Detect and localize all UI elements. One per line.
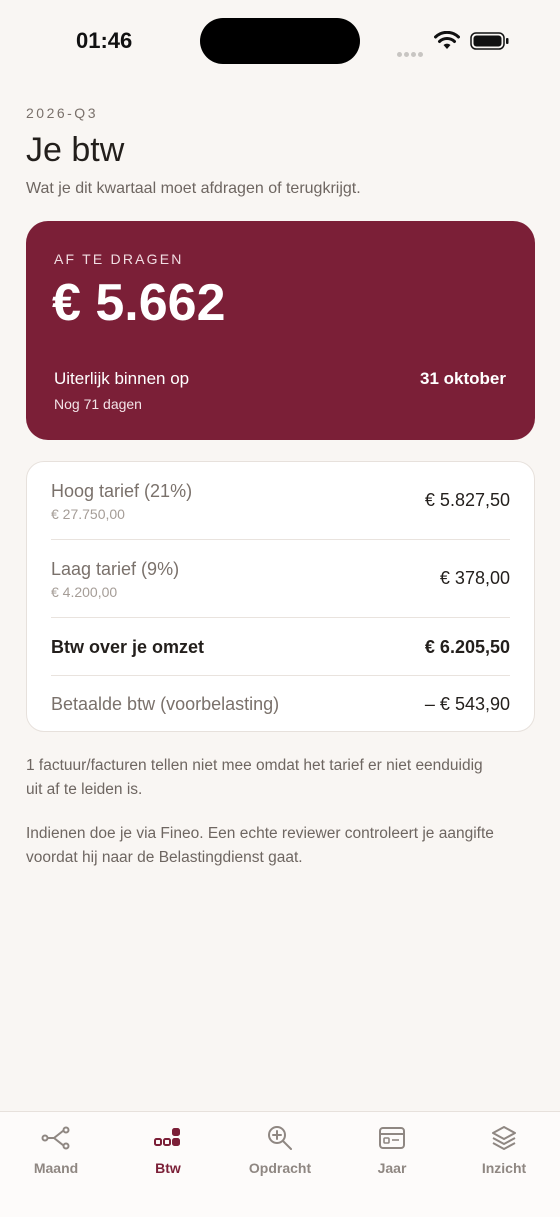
period-label: 2026-Q3 — [26, 105, 98, 121]
row-value: € 378,00 — [439, 568, 510, 588]
tab-label: Jaar — [377, 1160, 407, 1176]
status-bar: 01:46 — [0, 0, 560, 84]
tab-label: Btw — [155, 1160, 181, 1176]
page-title: Je btw — [26, 131, 125, 169]
zoom-in-icon — [224, 1124, 336, 1152]
breakdown-row-low-rate: Laag tarief (9%) € 4.200,00 € 378,00 — [51, 559, 510, 600]
battery-icon — [470, 32, 509, 50]
cellular-signal-icon — [397, 44, 425, 62]
tab-inzicht[interactable]: Inzicht — [448, 1124, 560, 1176]
excluded-invoices-note: 1 factuur/facturen tellen niet mee omdat… — [26, 757, 483, 798]
wifi-icon — [434, 31, 460, 49]
tab-opdracht[interactable]: Opdracht — [224, 1124, 336, 1176]
deadline-date: 31 oktober — [420, 369, 506, 388]
breakdown-row-revenue-vat: Btw over je omzet € 6.205,50 — [51, 637, 510, 658]
tab-label: Inzicht — [481, 1160, 527, 1176]
divider — [51, 675, 510, 676]
page-subtitle: Wat je dit kwartaal moet afdragen of ter… — [26, 180, 361, 197]
breakdown-row-input-vat: Betaalde btw (voorbelasting) – € 543,90 — [51, 694, 510, 715]
layers-icon — [448, 1124, 560, 1152]
due-amount: € 5.662 — [52, 274, 226, 332]
dynamic-island — [200, 18, 360, 64]
btw-blocks-icon — [112, 1124, 224, 1152]
tab-maand[interactable]: Maand — [0, 1124, 112, 1176]
status-time: 01:46 — [76, 28, 133, 53]
breakdown-row-high-rate: Hoog tarief (21%) € 27.750,00 € 5.827,50 — [51, 481, 510, 522]
vat-breakdown-card: Hoog tarief (21%) € 27.750,00 € 5.827,50… — [26, 461, 535, 732]
vat-due-card: AF TE DRAGEN € 5.662 Uiterlijk binnen op… — [26, 221, 535, 440]
divider — [51, 539, 510, 540]
tab-label: Opdracht — [248, 1160, 312, 1176]
due-label: AF TE DRAGEN — [54, 251, 184, 267]
deadline-label: Uiterlijk binnen op — [54, 369, 190, 388]
tab-bar: Maand Btw Opdracht Jaar Inzicht — [0, 1111, 560, 1217]
row-value: € 5.827,50 — [424, 490, 510, 510]
row-value: – € 543,90 — [424, 694, 510, 714]
divider — [51, 617, 510, 618]
row-value: € 6.205,50 — [424, 637, 510, 657]
tab-label: Maand — [33, 1160, 79, 1176]
tab-btw[interactable]: Btw — [112, 1124, 224, 1176]
branch-icon — [0, 1124, 112, 1152]
tab-jaar[interactable]: Jaar — [336, 1124, 448, 1176]
filing-note: Indienen doe je via Fineo. Een echte rev… — [26, 825, 494, 866]
days-remaining: Nog 71 dagen — [54, 396, 142, 412]
card-icon — [336, 1124, 448, 1152]
